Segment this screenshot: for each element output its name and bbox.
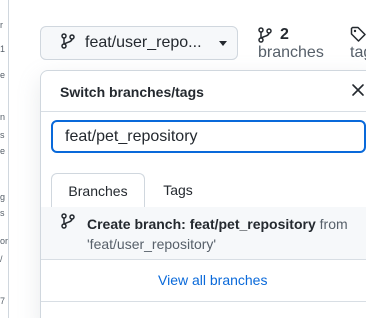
left-edge-text: or (0, 236, 9, 246)
page: r 1 e n s e g s or / 7 feat/user_repo... (0, 0, 366, 318)
create-branch-prefix: Create branch: (87, 216, 190, 232)
new-branch-name: feat/pet_repository (189, 216, 316, 232)
dropdown-title: Switch branches/tags (60, 84, 204, 100)
tags-label: tag (350, 44, 366, 61)
git-branch-icon (61, 32, 75, 54)
left-edge-text: s (0, 130, 5, 140)
create-branch-text: Create branch: feat/pet_repository from (87, 216, 348, 232)
source-branch: 'feat/user_repository' (87, 236, 217, 252)
branch-filter-input[interactable] (51, 120, 366, 153)
left-edge-text: 1 (0, 44, 6, 54)
branch-switcher-dropdown: Switch branches/tags Branches Tags (40, 70, 366, 318)
left-edge-text: n (0, 112, 6, 122)
left-page-edge: r 1 e n s e g s or / 7 (0, 0, 9, 318)
view-all-branches-link[interactable]: View all branches (158, 272, 267, 288)
left-edge-text: e (0, 70, 6, 80)
tab-tags[interactable]: Tags (145, 173, 211, 207)
close-button[interactable] (349, 81, 366, 99)
left-edge-text: s (0, 208, 5, 218)
tab-branches[interactable]: Branches (51, 173, 145, 208)
git-branch-icon (61, 213, 75, 234)
branch-count: 2 (280, 26, 289, 43)
dropdown-header: Switch branches/tags (41, 71, 366, 112)
branch-select-button[interactable]: feat/user_repo... (40, 26, 238, 60)
create-branch-item[interactable]: Create branch: feat/pet_repository from … (41, 207, 366, 260)
left-edge-text: r (0, 20, 3, 30)
left-edge-text: / (0, 254, 3, 264)
branches-link[interactable]: 2 branches (258, 26, 348, 66)
left-edge-text: g (0, 192, 6, 202)
chevron-down-icon (219, 40, 227, 46)
branches-label: branches (258, 44, 324, 61)
tags-link[interactable]: tag (348, 26, 366, 66)
left-edge-text: e (0, 146, 6, 156)
left-edge-text: 7 (0, 296, 6, 306)
view-all-branches-row: View all branches (41, 259, 366, 302)
from-word: from (315, 216, 348, 232)
close-icon (352, 84, 364, 96)
dropdown-tabs: Branches Tags (41, 173, 366, 208)
current-branch-label: feat/user_repo... (85, 34, 202, 51)
